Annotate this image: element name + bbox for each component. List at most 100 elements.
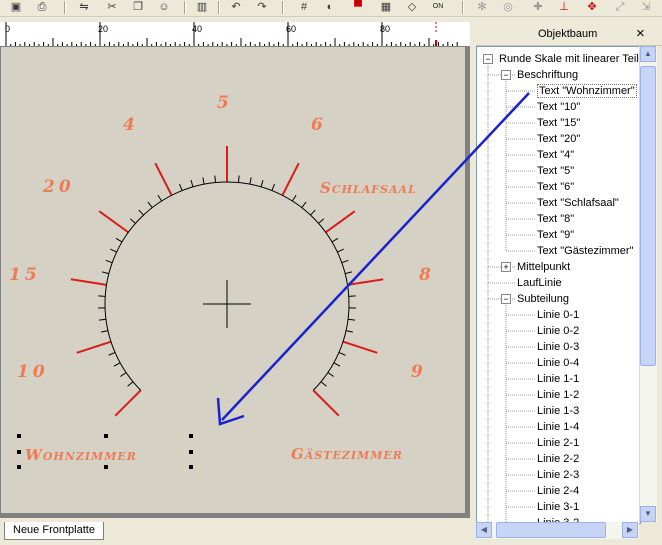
tree-item[interactable]: Linie 2-4: [537, 483, 579, 499]
tree-item[interactable]: Linie 1-2: [537, 387, 579, 403]
object-tree[interactable]: Runde Skale mit linearer Teilu − Beschrift…: [476, 46, 641, 524]
minor-tick: [318, 218, 325, 224]
tree-item[interactable]: Text "Wohnzimmer": [537, 83, 637, 99]
tree-item-label: Linie 1-3: [537, 405, 580, 417]
circle-tool-icon[interactable]: ◎: [500, 0, 516, 14]
major-tick: [281, 162, 300, 196]
save-icon[interactable]: ▣: [8, 0, 24, 14]
scale-label-8[interactable]: 8: [418, 265, 431, 285]
tree-item[interactable]: Linie 3-1: [537, 499, 579, 515]
tree-item[interactable]: Text "5": [537, 163, 574, 179]
copy-icon[interactable]: ❐: [130, 0, 146, 14]
minor-tick: [301, 201, 307, 208]
horizontal-scrollbar[interactable]: ◀ ▶: [476, 522, 639, 539]
arrow-tool-icon[interactable]: ✥: [584, 0, 600, 14]
expand-icon[interactable]: +: [501, 262, 511, 272]
align-tool-icon[interactable]: ⤢: [612, 0, 628, 14]
tree-item[interactable]: Text "Gästezimmer": [537, 243, 633, 259]
shapes-icon[interactable]: ◇: [404, 0, 420, 14]
tree-item[interactable]: Linie 2-1: [537, 435, 579, 451]
scale-label-6[interactable]: 6: [311, 115, 323, 135]
scroll-up-button[interactable]: ▲: [640, 46, 656, 62]
collapse-icon[interactable]: −: [501, 294, 511, 304]
scale-label-20[interactable]: 20: [42, 177, 75, 197]
cross-tool-icon[interactable]: ✚: [530, 0, 546, 14]
minor-tick: [237, 175, 240, 183]
minor-tick: [129, 218, 136, 224]
scroll-thumb[interactable]: [496, 522, 606, 538]
scroll-left-button[interactable]: ◀: [476, 522, 492, 538]
minor-tick: [101, 271, 109, 275]
tree-item[interactable]: Linie 0-4: [537, 355, 579, 371]
minor-tick: [341, 259, 349, 264]
ruler-ticks: [5, 22, 458, 46]
tree-item[interactable]: Text "15": [537, 115, 580, 131]
scale-label-schlafsaal[interactable]: Schlafsaal: [320, 179, 417, 197]
tree-item[interactable]: Runde Skale mit linearer Teilu: [499, 51, 640, 67]
grid-icon[interactable]: #: [296, 0, 312, 14]
tree-item[interactable]: Linie 0-2: [537, 323, 579, 339]
mirror-icon[interactable]: ⇋: [76, 0, 92, 14]
tree-item[interactable]: Text "8": [537, 211, 574, 227]
scale-label-gaestezimmer[interactable]: Gästezimmer: [291, 445, 403, 463]
scroll-thumb[interactable]: [640, 66, 656, 366]
tree-item[interactable]: Subteilung: [517, 291, 569, 307]
print-icon[interactable]: ⎙: [34, 0, 50, 14]
tree-item[interactable]: Linie 0-1: [537, 307, 579, 323]
layers-icon[interactable]: ▦: [378, 0, 394, 14]
minor-tick: [260, 179, 264, 187]
minor-tick: [338, 351, 346, 356]
collapse-icon[interactable]: −: [483, 54, 493, 64]
tree-item-label: Linie 2-3: [537, 469, 580, 481]
move-tool-icon[interactable]: ⊥: [556, 0, 572, 14]
tree-item[interactable]: Linie 1-1: [537, 371, 579, 387]
tree-item-label: Linie 0-4: [537, 357, 580, 369]
scale-label-wohnzimmer[interactable]: Wohnzimmer: [25, 446, 137, 464]
tree-item[interactable]: Text "9": [537, 227, 574, 243]
scroll-down-button[interactable]: ▼: [640, 506, 656, 522]
scale-label-15[interactable]: 15: [9, 265, 41, 285]
minor-tick: [127, 381, 134, 387]
tree-item[interactable]: Linie 2-2: [537, 451, 579, 467]
gear-icon[interactable]: ✻: [474, 0, 490, 14]
close-icon[interactable]: ×: [636, 25, 645, 42]
scroll-right-button[interactable]: ▶: [622, 522, 638, 538]
scale-label-10[interactable]: 10: [17, 362, 49, 382]
redo-icon[interactable]: ↷: [254, 0, 270, 14]
tree-item[interactable]: Mittelpunkt: [517, 259, 570, 275]
tree-item[interactable]: Linie 2-3: [537, 467, 579, 483]
front-panel-canvas[interactable]: 5 6 4 20 Schlafsaal 15 8 10 9 Wohnzimmer…: [0, 46, 466, 514]
major-tick: [98, 210, 129, 234]
panel-title: Objektbaum: [538, 28, 598, 40]
vertical-scrollbar[interactable]: ▲ ▼: [639, 46, 657, 522]
tree-item-label: Subteilung: [517, 293, 569, 305]
scale-label-5[interactable]: 5: [217, 93, 229, 113]
tree-item[interactable]: Text "6": [537, 179, 574, 195]
tree-item[interactable]: Linie 1-4: [537, 419, 579, 435]
scale-label-4[interactable]: 4: [123, 115, 135, 135]
contrast-icon[interactable]: ◐: [322, 0, 338, 14]
tree-item[interactable]: Text "4": [537, 147, 574, 163]
scale-label-9[interactable]: 9: [411, 362, 423, 382]
on-toggle-icon[interactable]: ON: [430, 0, 446, 14]
tree-item[interactable]: Text "10": [537, 99, 580, 115]
major-tick: [70, 278, 107, 286]
sheet-tab-neue-frontplatte[interactable]: Neue Frontplatte: [4, 522, 104, 540]
delete-icon[interactable]: ▥: [194, 0, 210, 14]
tree-item[interactable]: Linie 0-3: [537, 339, 579, 355]
tree-item[interactable]: LaufLinie: [517, 275, 562, 291]
collapse-icon[interactable]: −: [501, 70, 511, 80]
tree-item[interactable]: Linie 1-3: [537, 403, 579, 419]
scale-drawing: 5 6 4 20 Schlafsaal 15 8 10 9 Wohnzimmer…: [9, 93, 431, 469]
undo-icon[interactable]: ↶: [228, 0, 244, 14]
cut-icon[interactable]: ✂: [104, 0, 120, 14]
tree-item-label: Linie 0-3: [537, 341, 580, 353]
tree-item-label: Text "Wohnzimmer": [537, 84, 637, 98]
people-icon[interactable]: ☺: [156, 0, 172, 14]
tree-item[interactable]: Text "Schlafsaal": [537, 195, 619, 211]
flag-icon[interactable]: ▀: [350, 0, 366, 14]
tree-item[interactable]: Text "20": [537, 131, 580, 147]
minor-tick: [108, 351, 116, 356]
resize-tool-icon[interactable]: ⇲: [638, 0, 654, 14]
tree-item[interactable]: Beschriftung: [517, 67, 578, 83]
